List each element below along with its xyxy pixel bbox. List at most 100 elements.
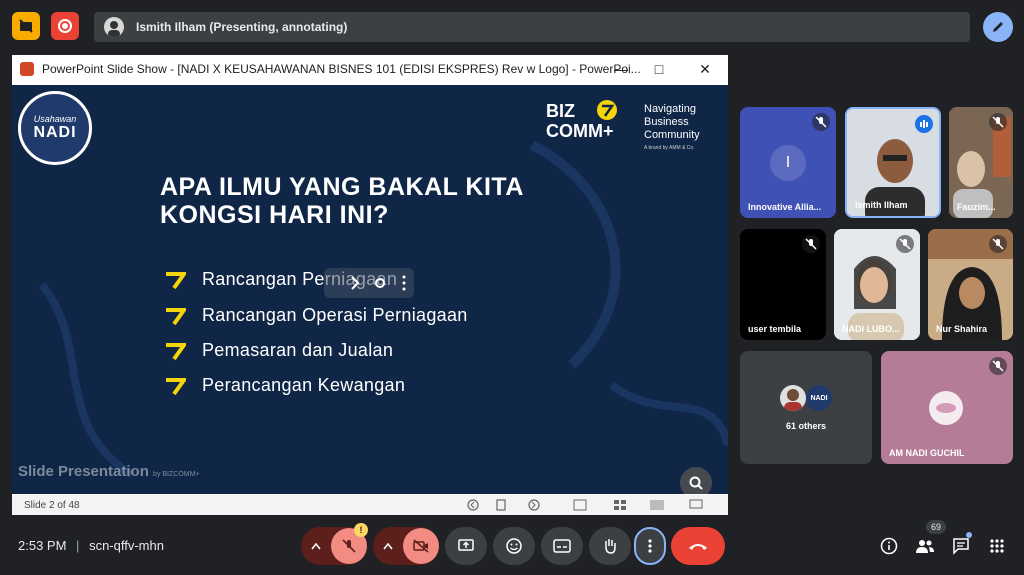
- mic-off-icon: [989, 357, 1007, 375]
- meeting-info: 2:53 PM | scn-qffv-mhn: [18, 538, 164, 553]
- other-participant-avatar: [780, 385, 806, 411]
- separator: |: [76, 538, 80, 553]
- view-mode-icons[interactable]: [572, 498, 712, 512]
- mic-off-icon: [989, 113, 1007, 131]
- slide-footer-by: by BIZCOMM+: [153, 471, 200, 478]
- bullet-text: Perancangan Kewangan: [202, 375, 406, 395]
- ppt-window-title: PowerPoint Slide Show - [NADI X KEUSAHAW…: [42, 62, 641, 76]
- bullet-mark-icon: [166, 342, 186, 360]
- heading-line: KONGSI HARI INI?: [160, 201, 389, 229]
- mic-control-group: !: [301, 523, 368, 565]
- participant-initial-avatar: I: [770, 145, 806, 181]
- bullet-mark-icon: [166, 377, 186, 395]
- hide-self-view-icon[interactable]: [12, 12, 40, 40]
- close-icon[interactable]: ✕: [696, 60, 714, 78]
- bizcomm-tag-line: Business: [644, 116, 689, 128]
- participant-tile[interactable]: user tembila: [740, 229, 826, 340]
- participant-name: Fauzim...: [957, 202, 996, 212]
- more-options-button[interactable]: [634, 527, 666, 565]
- others-count-label: 61 others: [785, 421, 827, 431]
- leave-call-button[interactable]: [671, 527, 725, 565]
- bullet-mark-icon: [166, 307, 186, 325]
- speaking-indicator-icon: [915, 115, 933, 133]
- slideshow-hover-toolbar[interactable]: [324, 268, 414, 298]
- emoji-icon: [506, 538, 522, 554]
- hover-toolbar-icons: [351, 275, 406, 291]
- more-vert-icon: [648, 539, 652, 553]
- activities-grid-icon[interactable]: [986, 535, 1008, 557]
- camera-off-icon: [413, 539, 429, 553]
- nadi-logo-small: Usahawan: [33, 114, 77, 124]
- zoom-icon[interactable]: [680, 467, 712, 494]
- bullet-mark-icon: [166, 271, 186, 289]
- nadi-logo: Usahawan NADI: [18, 91, 92, 165]
- people-icon[interactable]: [914, 535, 936, 557]
- annotate-pencil-icon[interactable]: [983, 12, 1013, 42]
- people-count-badge: 69: [926, 520, 946, 534]
- bizcomm-badge-icon: [597, 100, 617, 120]
- bullet-item: Rancangan Operasi Perniagaan: [164, 305, 468, 326]
- participant-tile[interactable]: Fauzim...: [949, 107, 1013, 218]
- bullet-text: Rancangan Operasi Perniagaan: [202, 305, 468, 325]
- participant-name: NADI LUBO...: [842, 324, 900, 334]
- camera-control-group: [373, 527, 439, 565]
- bizcomm-tag-line: Navigating: [644, 103, 696, 115]
- heading-line: APA ILMU YANG BAKAL KITA: [160, 173, 524, 201]
- present-screen-button[interactable]: [445, 527, 487, 565]
- slide-footer: Slide Presentation by BIZCOMM+: [18, 463, 200, 480]
- minimize-icon[interactable]: —: [612, 60, 630, 78]
- chat-notification-dot: [966, 532, 972, 538]
- others-tile[interactable]: NADI 61 others: [740, 351, 872, 464]
- mic-warning-badge: !: [354, 523, 368, 537]
- participant-tile[interactable]: Ismith Ilham: [845, 107, 941, 218]
- bizcomm-tag-line: Community: [644, 129, 700, 141]
- slide-canvas: Usahawan NADI BIZ COMM+ Navigating Busin…: [12, 85, 728, 494]
- captions-button[interactable]: [541, 527, 583, 565]
- bullet-item: Perancangan Kewangan: [164, 375, 405, 396]
- mic-off-icon: [802, 235, 820, 253]
- current-time: 2:53 PM: [18, 538, 67, 553]
- bullet-text: Pemasaran dan Jualan: [202, 340, 394, 360]
- participant-name: Innovative Allia...: [748, 202, 822, 212]
- mic-off-icon: [812, 113, 830, 131]
- slideshow-status-bar: Slide 2 of 48: [12, 495, 728, 515]
- captions-icon: [553, 539, 571, 553]
- participant-logo-avatar: [929, 391, 963, 425]
- reactions-button[interactable]: [493, 527, 535, 565]
- participant-name: AM NADI GUCHIL: [889, 448, 965, 458]
- slide-heading: APA ILMU YANG BAKAL KITA KONGSI HARI INI…: [160, 173, 580, 229]
- powerpoint-icon: [20, 62, 34, 76]
- participant-name: Nur Shahira: [936, 324, 988, 334]
- bizcomm-line2: COMM+: [546, 121, 614, 141]
- chat-icon[interactable]: [950, 535, 972, 557]
- participant-tile[interactable]: I Innovative Allia...: [740, 107, 836, 218]
- bullet-item: Pemasaran dan Jualan: [164, 340, 393, 361]
- participant-tile[interactable]: AM NADI GUCHIL: [881, 351, 1013, 464]
- raise-hand-button[interactable]: [589, 527, 631, 565]
- presenter-status-bar[interactable]: Ismith Ilham (Presenting, annotating): [94, 12, 970, 42]
- presenter-status-text: Ismith Ilham (Presenting, annotating): [136, 20, 348, 34]
- slide-nav-icons[interactable]: [467, 498, 547, 512]
- mic-options-chevron-icon[interactable]: [307, 537, 325, 555]
- present-screen-icon: [458, 539, 474, 551]
- mic-off-icon: [342, 539, 356, 553]
- maximize-icon[interactable]: □: [650, 60, 668, 78]
- bizcomm-tag-small: A brand by AMM & Co.: [644, 145, 695, 151]
- end-call-icon: [689, 544, 707, 550]
- meeting-details-info-icon[interactable]: [878, 535, 900, 557]
- slide-footer-text: Slide Presentation: [18, 463, 149, 480]
- mic-off-icon: [989, 235, 1007, 253]
- presenter-avatar: [104, 17, 124, 37]
- camera-options-chevron-icon[interactable]: [379, 537, 397, 555]
- powerpoint-window: PowerPoint Slide Show - [NADI X KEUSAHAW…: [12, 55, 728, 515]
- participant-tile[interactable]: NADI LUBO...: [834, 229, 920, 340]
- meeting-code: scn-qffv-mhn: [89, 538, 164, 553]
- nadi-logo-big: NADI: [33, 124, 77, 141]
- recording-icon[interactable]: [51, 12, 79, 40]
- camera-off-button[interactable]: [403, 528, 439, 564]
- participant-name: Ismith Ilham: [855, 200, 908, 210]
- raise-hand-icon: [605, 539, 616, 554]
- participant-tile[interactable]: Nur Shahira: [928, 229, 1013, 340]
- participant-name: user tembila: [748, 324, 802, 334]
- mic-off-icon: [896, 235, 914, 253]
